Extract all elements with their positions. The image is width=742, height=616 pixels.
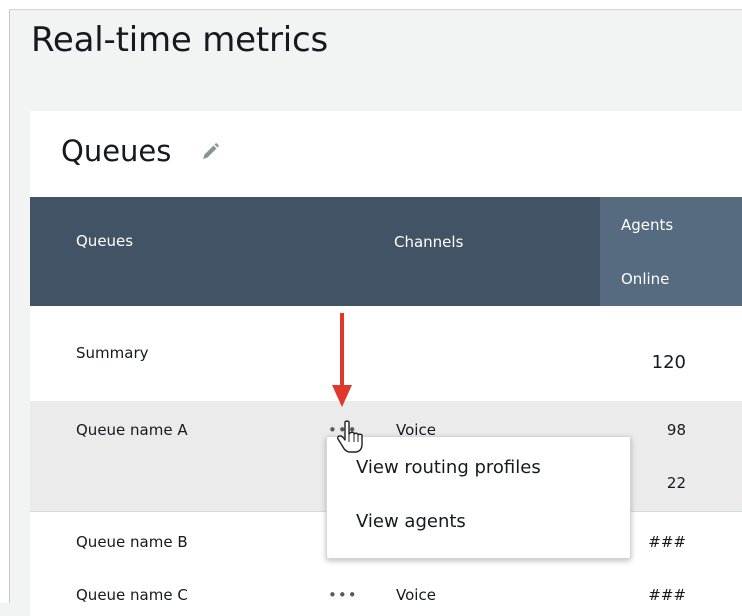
queue-name: Queue name C: [76, 586, 188, 604]
header-agents-line2[interactable]: Online: [621, 270, 669, 288]
panel-title: Queues: [61, 134, 172, 168]
page-title: Real-time metrics: [31, 20, 328, 60]
hand-pointer-cursor: [337, 420, 363, 453]
header-queues[interactable]: Queues: [76, 232, 133, 250]
agents-online-value: ###: [648, 586, 686, 604]
table-row-summary: Summary 120: [30, 306, 742, 401]
queue-name: Queue name A: [76, 421, 188, 439]
channel-value: Voice: [396, 586, 436, 604]
menu-item-view-routing-profiles[interactable]: View routing profiles: [356, 457, 541, 478]
queue-name: Queue name B: [76, 533, 188, 551]
header-channels[interactable]: Channels: [394, 233, 463, 251]
window-left-edge: [0, 0, 10, 603]
window-top-edge: [9, 0, 742, 10]
pencil-icon[interactable]: [200, 142, 220, 162]
down-arrow-annotation: [332, 313, 352, 407]
header-agents-line1[interactable]: Agents: [621, 216, 673, 234]
table-header: Queues Channels Agents Online: [30, 197, 742, 306]
agents-online-value: 120: [651, 352, 686, 373]
context-menu: View routing profiles View agents: [326, 436, 631, 559]
more-dots-icon[interactable]: •••: [328, 586, 358, 604]
agents-online-header-bg[interactable]: [600, 197, 742, 306]
panel-header: Queues: [30, 111, 742, 197]
table-row-queue-c[interactable]: Queue name C ••• Voice ###: [30, 566, 742, 616]
menu-item-view-agents[interactable]: View agents: [356, 511, 466, 532]
queue-name: Summary: [76, 344, 149, 362]
